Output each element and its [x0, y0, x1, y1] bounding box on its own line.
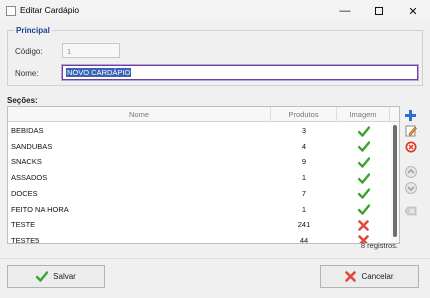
- app-icon: [6, 6, 16, 16]
- add-icon: [405, 110, 416, 121]
- move-down-icon: [404, 181, 417, 194]
- footer-divider: [0, 258, 430, 259]
- nome-field[interactable]: NOVO CARDÁPIO: [61, 64, 419, 81]
- cancel-button-label: Cancelar: [361, 272, 394, 281]
- record-count: 8 registros.: [360, 241, 398, 250]
- close-button[interactable]: ✕: [396, 0, 430, 22]
- cell-nome: SNACKS: [11, 157, 42, 167]
- minimize-icon: —: [339, 5, 351, 17]
- table-row[interactable]: SANDUBAS 4: [8, 139, 390, 155]
- table-row[interactable]: ASSADOS 1: [8, 170, 390, 186]
- secoes-label: Seções:: [7, 96, 38, 105]
- codigo-field[interactable]: 1: [62, 43, 120, 58]
- close-icon: ✕: [408, 5, 418, 18]
- cell-produtos: 9: [301, 157, 307, 167]
- maximize-button[interactable]: [362, 0, 396, 22]
- cell-nome: FEITO NA HORA: [11, 204, 69, 214]
- check-icon: [337, 139, 390, 155]
- check-icon: [337, 202, 390, 218]
- secoes-table[interactable]: Nome Produtos Imagem BEBIDAS 3 SANDUBAS 4 SN…: [7, 106, 400, 244]
- column-header-imagem[interactable]: Imagem: [337, 107, 390, 122]
- table-row[interactable]: BEBIDAS 3: [8, 123, 390, 139]
- check-icon: [337, 170, 390, 186]
- cell-nome: TESTE: [11, 220, 36, 230]
- edit-menu-dialog: Editar Cardápio — ✕ Principal Código: 1 …: [0, 0, 430, 298]
- maximize-icon: [375, 7, 383, 15]
- table-row[interactable]: FEITO NA HORA 1: [8, 202, 390, 218]
- cell-nome: SANDUBAS: [11, 141, 53, 151]
- check-icon: [36, 271, 49, 282]
- nome-label: Nome:: [15, 69, 39, 78]
- cell-produtos: 241: [297, 220, 311, 230]
- cell-nome: DOCES: [11, 188, 38, 198]
- clear-icon: [404, 206, 416, 215]
- title-bar: Editar Cardápio — ✕: [0, 0, 430, 22]
- cell-nome: BEBIDAS: [11, 126, 44, 135]
- check-icon: [337, 154, 390, 170]
- minimize-button[interactable]: —: [328, 0, 362, 22]
- vertical-scrollbar[interactable]: [391, 123, 399, 243]
- table-row[interactable]: DOCES 7: [8, 186, 390, 202]
- edit-section-button[interactable]: [404, 124, 417, 137]
- check-icon: [337, 123, 390, 139]
- clear-button[interactable]: [404, 204, 417, 217]
- cell-produtos: 4: [301, 141, 307, 151]
- cross-icon: [345, 271, 357, 282]
- remove-icon: [405, 141, 416, 152]
- column-header-nome[interactable]: Nome: [8, 107, 271, 122]
- table-row[interactable]: SNACKS 9: [8, 154, 390, 170]
- cell-nome: TESTE5: [11, 235, 40, 244]
- cell-produtos: 3: [301, 126, 307, 135]
- save-button-label: Salvar: [53, 272, 76, 281]
- codigo-label: Código:: [15, 47, 43, 56]
- move-down-button[interactable]: [404, 181, 417, 194]
- cross-icon: [337, 217, 390, 233]
- nome-field-value: NOVO CARDÁPIO: [66, 68, 132, 77]
- cell-produtos: 1: [301, 173, 307, 183]
- move-up-button[interactable]: [404, 165, 417, 178]
- table-row[interactable]: TESTE 241: [8, 217, 390, 233]
- cell-produtos: 1: [301, 204, 307, 214]
- save-button[interactable]: Salvar: [7, 265, 105, 288]
- principal-group-title: Principal: [14, 26, 52, 35]
- column-header-produtos[interactable]: Produtos: [271, 107, 337, 122]
- add-section-button[interactable]: [404, 109, 417, 122]
- principal-group: Principal Código: 1 Nome: NOVO CARDÁPIO: [7, 26, 423, 86]
- cancel-button[interactable]: Cancelar: [320, 265, 419, 288]
- cell-produtos: 7: [301, 188, 307, 198]
- table-header: Nome Produtos Imagem: [8, 107, 399, 122]
- scrollbar-thumb[interactable]: [393, 125, 397, 237]
- remove-section-button[interactable]: [404, 140, 417, 153]
- window-title: Editar Cardápio: [20, 5, 80, 15]
- check-icon: [337, 186, 390, 202]
- cell-nome: ASSADOS: [11, 173, 48, 183]
- edit-icon: [405, 125, 417, 136]
- move-up-icon: [404, 165, 417, 178]
